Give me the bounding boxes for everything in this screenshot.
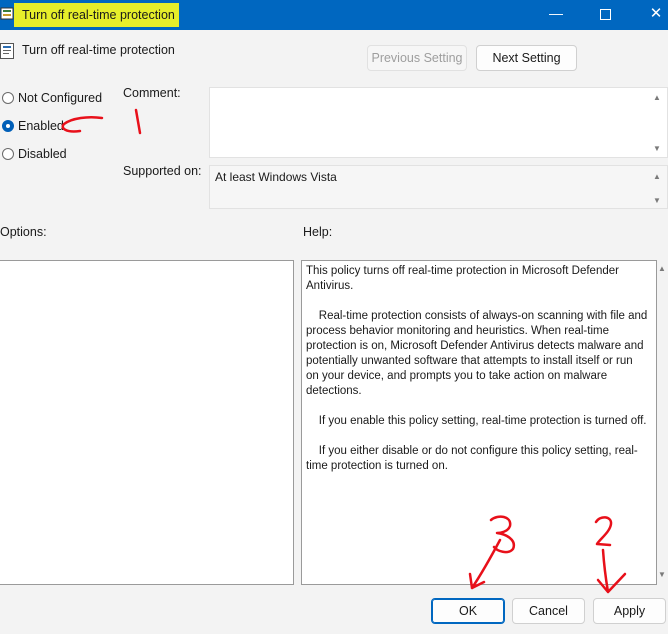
radio-label: Disabled: [18, 147, 67, 161]
radio-enabled[interactable]: Enabled: [2, 119, 64, 135]
radio-circle-checked[interactable]: [2, 120, 14, 132]
window-title: Turn off real-time protection: [22, 8, 175, 22]
scroll-up-icon[interactable]: ▲: [652, 172, 662, 182]
help-text: This policy turns off real-time protecti…: [306, 265, 648, 472]
radio-circle[interactable]: [2, 92, 14, 104]
cancel-button[interactable]: Cancel: [512, 598, 585, 624]
comment-label: Comment:: [123, 86, 181, 100]
scroll-down-icon[interactable]: ▼: [657, 570, 667, 580]
annotation-arrow-enabled: [61, 116, 104, 133]
scroll-down-icon[interactable]: ▼: [652, 196, 662, 206]
radio-label: Not Configured: [18, 91, 103, 105]
scroll-up-icon[interactable]: ▲: [652, 93, 662, 103]
scroll-down-icon[interactable]: ▼: [652, 144, 662, 154]
radio-label: Enabled: [18, 119, 64, 133]
help-label: Help:: [303, 225, 333, 239]
maximize-button[interactable]: [600, 9, 611, 20]
previous-setting-button[interactable]: Previous Setting: [367, 45, 467, 71]
minimize-button[interactable]: —: [548, 6, 564, 22]
app-icon: [0, 6, 16, 22]
radio-not-configured[interactable]: Not Configured: [2, 91, 102, 107]
radio-circle[interactable]: [2, 148, 14, 160]
supported-value: At least Windows Vista: [215, 170, 337, 184]
comment-field[interactable]: [209, 87, 668, 158]
close-button[interactable]: ✕: [646, 5, 666, 25]
options-panel[interactable]: [0, 260, 294, 585]
radio-disabled[interactable]: Disabled: [2, 147, 67, 163]
policy-title: Turn off real-time protection: [22, 43, 175, 57]
next-setting-button[interactable]: Next Setting: [476, 45, 577, 71]
scroll-up-icon[interactable]: ▲: [657, 264, 667, 274]
policy-icon: [0, 43, 14, 59]
annotation-step1-mark: [134, 108, 142, 135]
options-label: Options:: [0, 225, 47, 239]
ok-button[interactable]: OK: [431, 598, 505, 624]
apply-button[interactable]: Apply: [593, 598, 666, 624]
supported-label: Supported on:: [123, 164, 202, 178]
